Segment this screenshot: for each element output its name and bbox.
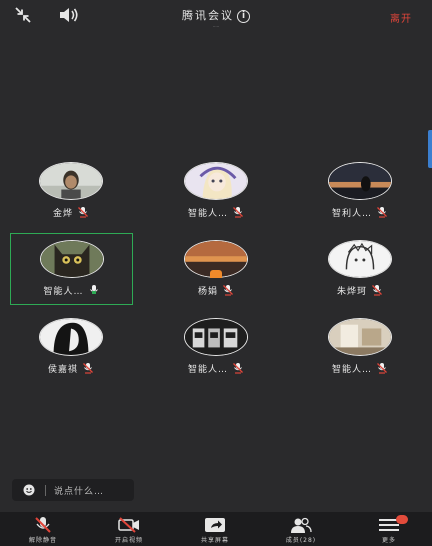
leave-button[interactable]: 离开: [390, 10, 412, 25]
participant-name: 智能人…: [187, 365, 228, 375]
mic-muted-icon: [78, 207, 88, 218]
avatar: [39, 240, 104, 278]
share-screen-icon: [205, 518, 225, 532]
avatar: [184, 318, 248, 356]
mic-muted-icon: [233, 207, 243, 218]
participant-tile[interactable]: 侯嘉祺: [9, 318, 133, 392]
divider: [45, 485, 46, 496]
members-button[interactable]: 成员(28): [258, 512, 344, 546]
mic-muted-icon: [223, 285, 233, 296]
avatar: [39, 162, 103, 200]
participant-name-row: 金烨: [9, 206, 133, 219]
mic-muted-icon: [377, 363, 387, 374]
mic-muted-icon: [83, 363, 93, 374]
participant-name: 侯嘉祺: [47, 365, 78, 375]
more-button[interactable]: 更多: [346, 512, 432, 546]
meeting-subtitle: ·····: [212, 24, 220, 29]
mic-muted-icon: [233, 363, 243, 374]
participant-tile[interactable]: 智能人…: [298, 318, 422, 392]
start-video-button[interactable]: 开启视频: [86, 512, 172, 546]
top-bar: 腾讯会议 i ····· 离开: [0, 0, 432, 32]
mic-muted-icon: [35, 517, 51, 533]
avatar: [39, 318, 103, 356]
participant-name-row: 智利人…: [298, 206, 422, 219]
participant-tile[interactable]: 杨娟: [154, 240, 278, 314]
participant-tile[interactable]: 朱烨珂: [298, 240, 422, 314]
toolbar-label: 共享屏幕: [200, 537, 229, 544]
participant-name: 智利人…: [331, 209, 372, 219]
chat-placeholder: 说点什么…: [54, 487, 105, 497]
host-badge-icon: [210, 270, 222, 278]
toolbar-label: 开启视频: [114, 537, 143, 544]
mic-muted-icon: [372, 285, 382, 296]
avatar: [328, 162, 392, 200]
participant-name-row: 智能人…: [298, 362, 422, 375]
participant-tile[interactable]: 智能人…: [154, 318, 278, 392]
avatar: [328, 240, 392, 278]
participant-name: 智能人…: [43, 287, 84, 297]
participant-name-row: 智能人…: [154, 206, 278, 219]
participant-tile[interactable]: 智利人…: [298, 162, 422, 236]
participant-name: 智能人…: [331, 365, 372, 375]
participant-name-row: 朱烨珂: [298, 284, 422, 297]
participant-name: 金烨: [52, 209, 73, 219]
participant-name-row: 杨娟: [154, 284, 278, 297]
toolbar-label: 成员(28): [285, 537, 317, 544]
members-icon: [291, 517, 312, 533]
video-off-icon: [118, 517, 139, 533]
share-screen-button[interactable]: 共享屏幕: [172, 512, 258, 546]
mic-on-icon: [89, 285, 98, 294]
meeting-title-area[interactable]: 腾讯会议 i ·····: [0, 4, 432, 29]
toolbar-label: 更多: [381, 537, 396, 544]
participant-tile[interactable]: 智能人…: [154, 162, 278, 236]
unmute-button[interactable]: 解除静音: [0, 512, 86, 546]
notification-badge: [396, 515, 408, 524]
meeting-title: 腾讯会议: [182, 9, 234, 22]
side-panel-handle[interactable]: [428, 130, 432, 168]
info-icon[interactable]: i: [237, 10, 250, 23]
mic-muted-icon: [377, 207, 387, 218]
participant-name: 智能人…: [187, 209, 228, 219]
participant-tile[interactable]: 金烨: [9, 162, 133, 236]
avatar: [328, 318, 392, 356]
participant-name-row: 智能人…: [154, 362, 278, 375]
participant-tile-active-speaker[interactable]: 智能人…: [10, 233, 133, 305]
avatar: [184, 162, 248, 200]
emoji-icon[interactable]: [23, 484, 35, 496]
participant-name: 杨娟: [197, 287, 218, 297]
toolbar-label: 解除静音: [28, 537, 57, 544]
participant-name-row: 侯嘉祺: [9, 362, 133, 375]
participant-name: 朱烨珂: [336, 287, 367, 297]
participant-name-row: 智能人…: [11, 284, 132, 297]
chat-input[interactable]: 说点什么…: [12, 479, 134, 501]
bottom-toolbar: 解除静音 开启视频 共享屏幕 成员(28) 更多: [0, 512, 432, 546]
